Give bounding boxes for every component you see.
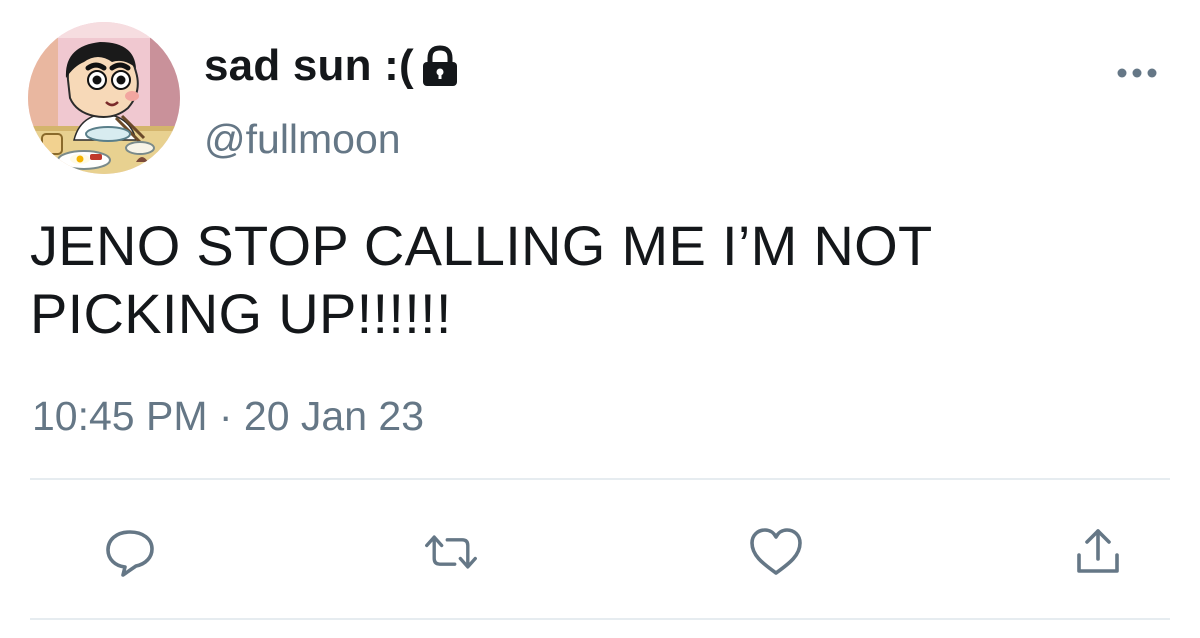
lock-icon [420,44,460,88]
retweet-icon [425,535,477,569]
more-icon [1117,68,1157,78]
share-button[interactable] [1070,524,1126,580]
display-name[interactable]: sad sun :( [204,38,460,94]
divider-bottom [30,618,1170,620]
display-name-text: sad sun :( [204,41,414,90]
more-options-button[interactable] [1112,56,1162,90]
tweet-timestamp[interactable]: 10:45 PM · 20 Jan 23 [32,393,424,440]
like-button[interactable] [748,524,804,580]
user-handle[interactable]: @fullmoon [204,116,401,163]
avatar[interactable] [28,22,180,174]
reply-button[interactable] [102,524,158,580]
heart-icon [750,528,802,575]
tweet-text: JENO STOP CALLING ME I’M NOT PICKING UP!… [30,214,933,345]
reply-icon [106,530,154,577]
divider [30,478,1170,480]
share-icon [1077,529,1119,573]
tweet-card: sad sun :( @fullmoon JENO STOP CALLING M… [0,0,1200,638]
cartoon-boy-avatar-icon [28,22,180,174]
retweet-button[interactable] [423,524,479,580]
